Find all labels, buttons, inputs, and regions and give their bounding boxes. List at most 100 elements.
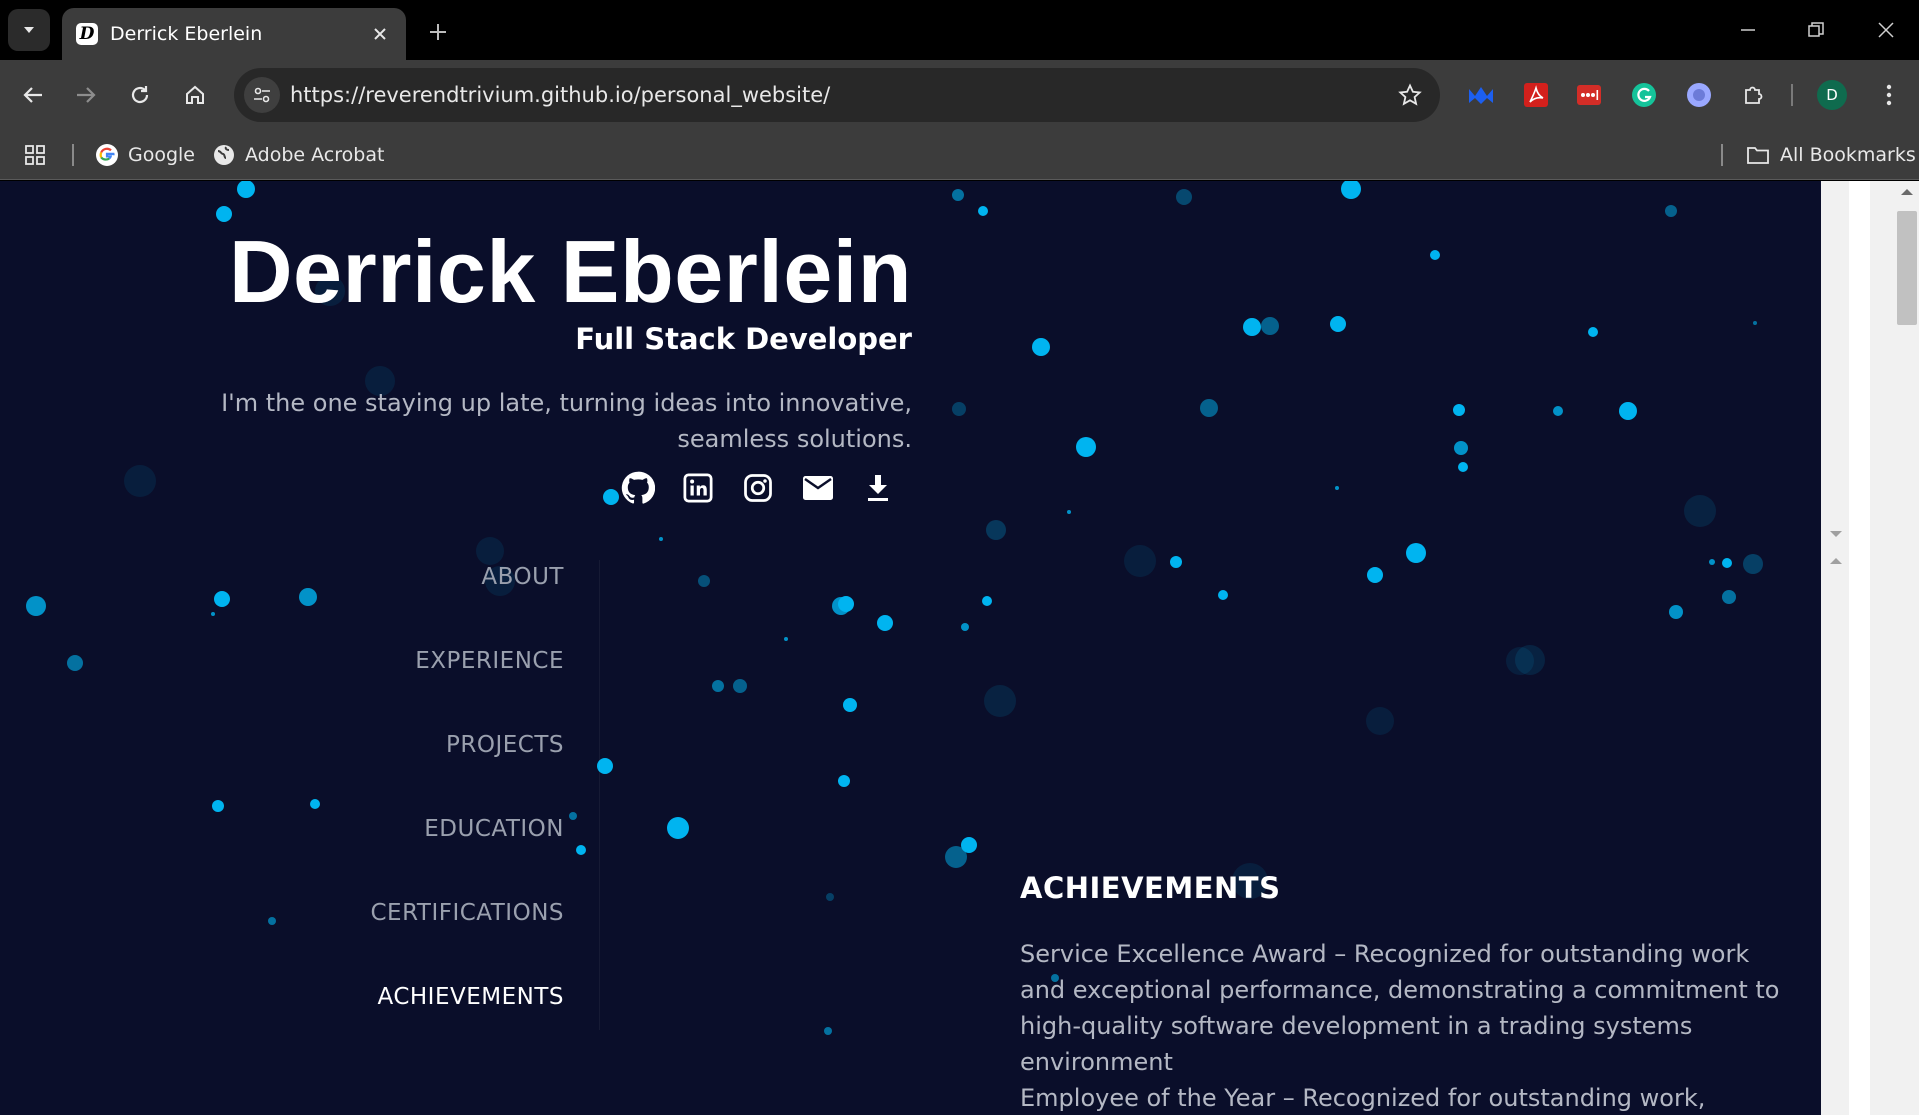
particle-dot (211, 612, 215, 616)
forward-button[interactable] (66, 75, 106, 115)
bookmark-adobe-acrobat[interactable]: Adobe Acrobat (212, 138, 384, 172)
browser-toolbar: https://reverendtrivium.github.io/person… (0, 60, 1919, 130)
nav-education[interactable]: EDUCATION (424, 816, 564, 842)
active-tab[interactable]: D Derrick Eberlein (62, 8, 406, 60)
instagram-link[interactable] (740, 470, 776, 506)
back-button[interactable] (13, 75, 53, 115)
particle-dot (961, 623, 969, 631)
particle-dot (1506, 647, 1534, 675)
particle-dot (310, 799, 320, 809)
bookmarks-bar: Google Adobe Acrobat All Bookmarks (0, 130, 1919, 180)
particle-dot (1170, 556, 1182, 568)
reload-button[interactable] (120, 75, 160, 115)
chevron-down-icon (24, 27, 34, 33)
email-link[interactable] (800, 470, 836, 506)
download-icon (868, 475, 888, 501)
particle-dot (1366, 707, 1394, 735)
more-vertical-icon (1886, 84, 1892, 106)
bookmarks-divider (1721, 144, 1723, 166)
particle-dot (1669, 605, 1683, 619)
particle-dot (1218, 590, 1228, 600)
apps-button[interactable] (24, 138, 46, 172)
nav-projects[interactable]: PROJECTS (446, 732, 564, 758)
scrollbar-thumb[interactable] (1897, 211, 1917, 325)
minimize-button[interactable] (1728, 14, 1768, 46)
particle-dot (476, 537, 504, 565)
arrow-right-icon (77, 87, 96, 103)
nav-about[interactable]: ABOUT (481, 564, 564, 590)
particle-dot (1453, 404, 1465, 416)
scroll-down-arrow-icon[interactable] (1830, 531, 1842, 537)
particle-dot (1588, 327, 1598, 337)
bookmark-star-button[interactable] (1396, 81, 1424, 109)
github-link[interactable] (620, 470, 656, 506)
grammarly-icon (1632, 83, 1656, 107)
particle-dot (1406, 543, 1426, 563)
close-window-button[interactable] (1866, 14, 1906, 46)
malwarebytes-extension[interactable] (1463, 77, 1499, 113)
instagram-icon (744, 474, 772, 502)
scroll-up-arrow-icon[interactable] (1830, 558, 1842, 564)
tab-strip: D Derrick Eberlein (0, 0, 1919, 60)
grammarly-extension[interactable] (1626, 77, 1662, 113)
particle-dot (826, 893, 834, 901)
particle-dot (1341, 181, 1361, 199)
tab-search-button[interactable] (8, 9, 50, 51)
particle-dot (1753, 321, 1757, 325)
particle-dot (1335, 486, 1339, 490)
particle-dot (603, 489, 619, 505)
all-bookmarks-label: All Bookmarks (1780, 144, 1916, 166)
bookmark-label: Adobe Acrobat (245, 144, 385, 166)
nav-certifications[interactable]: CERTIFICATIONS (371, 900, 565, 926)
browser-menu-button[interactable] (1871, 77, 1907, 113)
restore-button[interactable] (1796, 14, 1836, 46)
star-icon (1398, 83, 1422, 106)
site-info-button[interactable] (244, 77, 280, 113)
particle-dot (1619, 402, 1637, 420)
download-resume-link[interactable] (860, 470, 896, 506)
linkedin-link[interactable] (680, 470, 716, 506)
particle-dot (1722, 558, 1732, 568)
particle-dot (1124, 545, 1156, 577)
tagline: I'm the one staying up late, turning ide… (221, 389, 912, 453)
home-icon (186, 85, 204, 104)
folder-icon (1747, 147, 1769, 164)
particle-dot (67, 655, 83, 671)
particle-dot (237, 181, 255, 198)
gemini-extension[interactable] (1681, 77, 1717, 113)
particle-dot (1261, 317, 1279, 335)
new-tab-button[interactable] (420, 14, 456, 50)
arrow-left-icon (23, 87, 42, 103)
all-bookmarks-button[interactable]: All Bookmarks (1746, 138, 1916, 172)
scroll-up-arrow-icon[interactable] (1901, 189, 1913, 195)
particle-dot (659, 537, 663, 541)
page-gutter (1849, 181, 1870, 1115)
tune-icon (254, 87, 270, 103)
particle-dot (1430, 250, 1440, 260)
bookmark-google[interactable]: Google (95, 138, 195, 172)
profile-avatar[interactable]: D (1817, 80, 1847, 110)
nav-experience[interactable]: EXPERIENCE (415, 648, 564, 674)
particle-dot (1067, 510, 1071, 514)
achievement-item: Employee of the Year – Recognized for ou… (1020, 1084, 1706, 1112)
section-heading: ACHIEVEMENTS (1020, 871, 1281, 905)
acrobat-extension[interactable] (1518, 77, 1554, 113)
nav-achievements[interactable]: ACHIEVEMENTS (378, 984, 565, 1010)
particle-dot (838, 775, 850, 787)
linkedin-icon (683, 473, 713, 503)
inner-scrollbar[interactable] (1821, 181, 1849, 1115)
page-scrollbar[interactable] (1870, 181, 1919, 1115)
lastpass-extension[interactable] (1571, 77, 1607, 113)
url-text[interactable]: https://reverendtrivium.github.io/person… (290, 68, 830, 122)
particle-dot (214, 591, 230, 607)
globe-icon (214, 145, 234, 165)
tab-close-button[interactable] (366, 20, 394, 48)
address-bar[interactable]: https://reverendtrivium.github.io/person… (234, 68, 1440, 122)
extensions-button[interactable] (1736, 77, 1772, 113)
close-icon (1878, 22, 1894, 38)
particle-dot (978, 206, 988, 216)
site-favicon: D (76, 23, 98, 45)
home-button[interactable] (175, 75, 215, 115)
particle-dot (986, 520, 1006, 540)
particle-dot (569, 812, 577, 820)
